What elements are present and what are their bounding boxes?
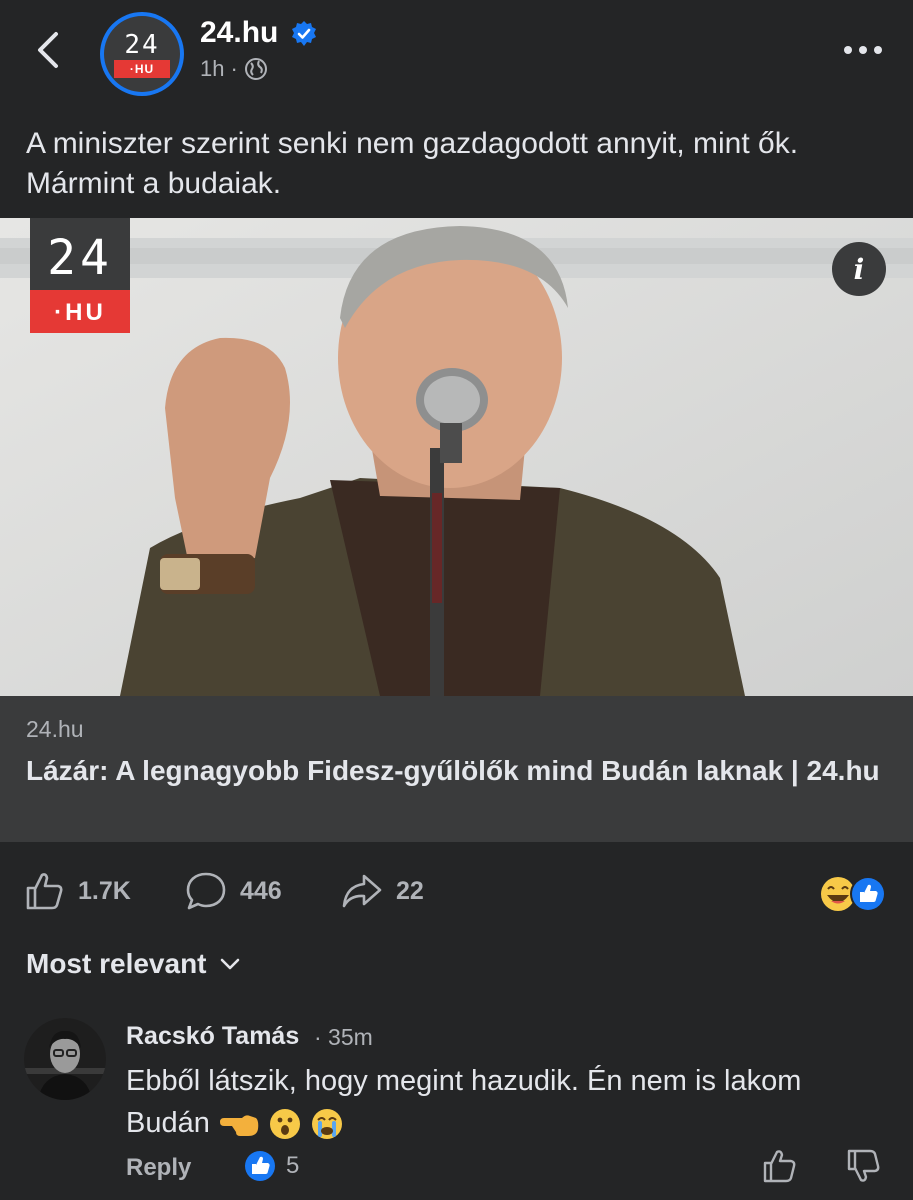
sort-label: Most relevant (26, 948, 207, 979)
downvote-icon[interactable] (846, 1148, 882, 1184)
comment-button[interactable]: 446 (184, 870, 282, 912)
reaction-summary[interactable] (818, 874, 890, 914)
post-image[interactable]: 24 ·HU (0, 218, 913, 696)
avatar-logo-hu: ·HU (114, 60, 170, 78)
back-arrow-icon[interactable] (30, 28, 70, 72)
comment-like-count: 5 (286, 1152, 300, 1179)
share-arrow-icon (342, 874, 382, 908)
verified-badge-icon (292, 21, 316, 46)
post-meta: 1h · (200, 56, 268, 82)
more-options-icon[interactable] (838, 38, 888, 62)
crying-face-emoji-icon (312, 1109, 343, 1140)
comment-bubble-icon (186, 872, 226, 910)
like-button[interactable]: 1.7K (24, 870, 131, 912)
comment-count: 446 (240, 876, 282, 905)
astonished-face-emoji-icon (269, 1109, 300, 1140)
link-title: Lázár: A legnagyobb Fidesz-gyűlölők mind… (26, 755, 880, 786)
link-domain: 24.hu (26, 716, 84, 742)
info-icon[interactable]: i (832, 242, 886, 296)
image-logo-hu: ·HU (54, 299, 106, 326)
chevron-down-icon (220, 958, 239, 970)
page-avatar[interactable]: 24 ·HU (100, 12, 184, 96)
thumbs-up-icon (26, 873, 63, 910)
like-count: 1.7K (78, 876, 131, 905)
like-reaction-icon (850, 876, 886, 912)
commenter-name[interactable]: Racskó Tamás (126, 1022, 299, 1051)
page-name[interactable]: 24.hu (200, 16, 278, 50)
comment-reactions[interactable]: 5 (244, 1150, 299, 1182)
reply-button[interactable]: Reply (126, 1154, 191, 1182)
share-button[interactable]: 22 (340, 870, 424, 912)
post-time[interactable]: 1h (200, 56, 224, 82)
post-actions: 1.7K 446 22 (0, 862, 913, 926)
link-preview[interactable]: 24.hu Lázár: A legnagyobb Fidesz-gyűlölő… (0, 696, 913, 842)
image-logo-number: 24 (47, 230, 113, 286)
avatar-logo-number: 24 (124, 30, 160, 60)
post-text: A miniszter szerint senki nem gazdagodot… (26, 127, 799, 200)
commenter-avatar[interactable] (24, 1018, 106, 1100)
meta-separator: · (230, 56, 238, 81)
comment-text: Ebből látszik, hogy megint hazudik. Én n… (126, 1060, 886, 1144)
share-count: 22 (396, 876, 424, 905)
globe-icon (244, 58, 267, 80)
comment-sort-dropdown[interactable]: Most relevant (26, 948, 241, 980)
comment-time: · 35m (314, 1024, 373, 1050)
post-header: 24 ·HU 24.hu 1h · (0, 0, 913, 110)
pointing-hand-emoji-icon (219, 1115, 259, 1137)
haha-reaction-icon (821, 877, 855, 911)
like-reaction-icon (245, 1151, 275, 1181)
upvote-icon[interactable] (762, 1148, 798, 1184)
